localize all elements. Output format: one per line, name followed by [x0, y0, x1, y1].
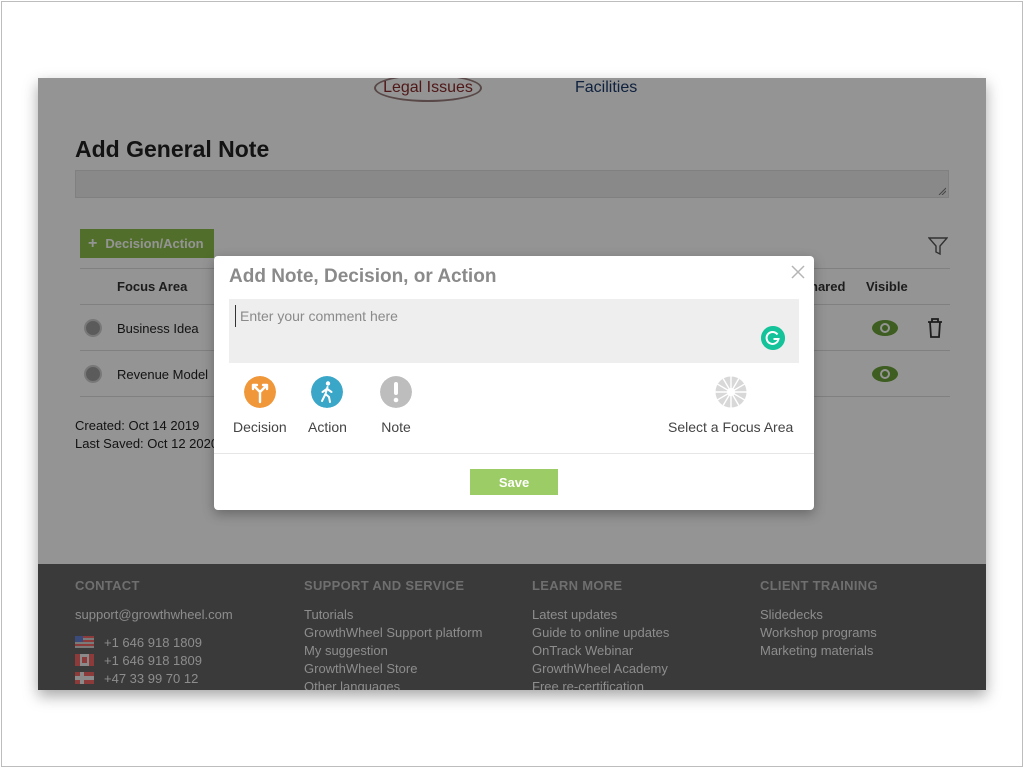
footer-link[interactable]: GrowthWheel Support platform — [304, 624, 482, 642]
footer-heading: SUPPORT AND SERVICE — [304, 578, 465, 593]
modal-divider — [214, 453, 814, 454]
action-type-button[interactable]: Action — [308, 376, 347, 435]
footer-phone: +1 646 918 1809 — [75, 652, 233, 670]
footer: CONTACT support@growthwheel.com +1 646 9… — [38, 564, 986, 690]
footer-link[interactable]: Tutorials — [304, 606, 482, 624]
select-focus-area-button[interactable]: Select a Focus Area — [668, 376, 793, 435]
footer-link[interactable]: Marketing materials — [760, 642, 878, 660]
decision-label: Decision — [233, 419, 287, 435]
footer-link[interactable]: Slidedecks — [760, 606, 878, 624]
footer-heading: CLIENT TRAINING — [760, 578, 878, 593]
phone-number: +1 646 918 1809 — [104, 635, 202, 650]
footer-link[interactable]: GrowthWheel Academy — [532, 660, 669, 678]
footer-link[interactable]: My suggestion — [304, 642, 482, 660]
focus-area-wheel-icon — [715, 376, 747, 408]
footer-email-link[interactable]: support@growthwheel.com — [75, 606, 233, 624]
select-focus-area-label: Select a Focus Area — [668, 419, 794, 435]
add-note-modal: Add Note, Decision, or Action Decision A… — [214, 256, 814, 510]
norway-flag-icon — [75, 672, 94, 684]
decision-icon — [243, 376, 276, 408]
footer-link[interactable]: OnTrack Webinar — [532, 642, 669, 660]
footer-link[interactable]: GrowthWheel Store — [304, 660, 482, 678]
close-icon[interactable] — [790, 264, 806, 280]
footer-link[interactable]: Free re-certification — [532, 678, 669, 690]
note-label: Note — [381, 419, 411, 435]
footer-phone: +1 646 918 1809 — [75, 634, 233, 652]
grammarly-icon[interactable] — [761, 326, 785, 350]
footer-support-column: SUPPORT AND SERVICE Tutorials GrowthWhee… — [304, 578, 482, 690]
modal-title: Add Note, Decision, or Action — [229, 266, 497, 287]
footer-link[interactable]: Workshop programs — [760, 624, 878, 642]
comment-box — [229, 299, 799, 363]
footer-contact-column: CONTACT support@growthwheel.com +1 646 9… — [75, 578, 233, 688]
phone-number: +1 646 918 1809 — [104, 653, 202, 668]
us-flag-icon — [75, 636, 94, 648]
footer-phone: +47 33 99 70 12 — [75, 670, 233, 688]
footer-heading: LEARN MORE — [532, 578, 623, 593]
footer-link[interactable]: Other languages — [304, 678, 482, 690]
save-button[interactable]: Save — [470, 469, 558, 495]
action-label: Action — [308, 419, 347, 435]
canada-flag-icon — [75, 654, 94, 666]
footer-link[interactable]: Latest updates — [532, 606, 669, 624]
comment-input[interactable] — [235, 305, 755, 327]
footer-heading: CONTACT — [75, 578, 140, 593]
footer-link[interactable]: Guide to online updates — [532, 624, 669, 642]
footer-learn-column: LEARN MORE Latest updates Guide to onlin… — [532, 578, 669, 690]
footer-training-column: CLIENT TRAINING Slidedecks Workshop prog… — [760, 578, 878, 660]
phone-number: +47 33 99 70 12 — [104, 671, 199, 686]
note-exclamation-icon — [380, 376, 412, 408]
decision-type-button[interactable]: Decision — [233, 376, 287, 435]
note-type-button[interactable]: Note — [380, 376, 412, 435]
action-walk-icon — [311, 376, 344, 408]
